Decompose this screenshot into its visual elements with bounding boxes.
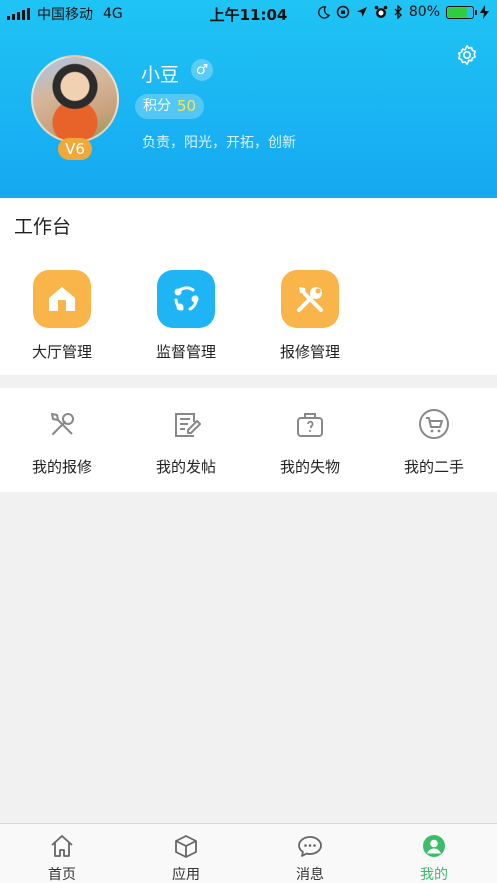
tab-label: 消息 xyxy=(296,867,324,883)
points-label: 积分 xyxy=(143,98,171,114)
location-icon xyxy=(356,7,367,17)
cart-icon xyxy=(419,409,449,439)
profile-header: 中国移动 4G 上午11:04 80% V6 小豆 ♂ 积分 50 负责，阳光，… xyxy=(0,0,497,198)
tab-apps[interactable]: 应用 xyxy=(124,834,248,883)
share-cycle-icon xyxy=(157,270,215,328)
tools-icon xyxy=(51,413,74,435)
level-badge: V6 xyxy=(58,138,92,160)
alarm-icon xyxy=(374,5,388,18)
tab-mine[interactable]: 我的 xyxy=(372,834,496,883)
bluetooth-icon xyxy=(394,5,402,19)
my-second-hand-item[interactable]: 我的二手 xyxy=(372,408,496,477)
male-icon: ♂ xyxy=(191,59,213,81)
house-icon xyxy=(33,270,91,328)
tab-bar: 首页 应用 消息 我的 xyxy=(0,823,497,883)
workbench-section: 工作台 大厅管理 监督管理 报修管理 xyxy=(0,198,497,375)
item-label: 我的失物 xyxy=(279,458,340,476)
tab-home[interactable]: 首页 xyxy=(0,834,124,883)
gear-icon[interactable] xyxy=(456,44,478,66)
tile-label: 监督管理 xyxy=(155,343,216,361)
tools-icon xyxy=(281,270,339,328)
user-icon xyxy=(423,835,445,857)
my-posts-item[interactable]: 我的发帖 xyxy=(124,408,248,477)
my-repairs-item[interactable]: 我的报修 xyxy=(0,408,124,477)
battery-percent: 80% xyxy=(408,4,440,20)
hall-management-tile[interactable]: 大厅管理 xyxy=(7,270,117,362)
item-label: 我的发帖 xyxy=(155,458,216,476)
tab-label: 应用 xyxy=(172,867,200,883)
lost-bag-icon xyxy=(297,413,323,437)
moon-icon xyxy=(317,5,330,19)
home-icon xyxy=(51,835,73,857)
tile-label: 报修管理 xyxy=(279,343,340,361)
item-label: 我的二手 xyxy=(403,458,464,476)
chat-icon xyxy=(298,836,322,857)
charging-icon xyxy=(480,5,489,19)
points-pill[interactable]: 积分 50 xyxy=(135,94,205,119)
tab-label: 首页 xyxy=(48,867,76,883)
workbench-title: 工作台 xyxy=(14,216,72,238)
supervision-management-tile[interactable]: 监督管理 xyxy=(131,270,241,362)
tab-label: 我的 xyxy=(420,867,448,883)
avatar[interactable] xyxy=(31,55,119,143)
cube-icon xyxy=(175,835,197,858)
my-lost-items-item[interactable]: 我的失物 xyxy=(248,408,372,477)
repair-management-tile[interactable]: 报修管理 xyxy=(255,270,365,362)
status-bar: 中国移动 4G 上午11:04 80% xyxy=(0,0,497,26)
points-value: 50 xyxy=(177,97,197,115)
edit-post-icon xyxy=(175,413,201,437)
tile-label: 大厅管理 xyxy=(31,343,92,361)
item-label: 我的报修 xyxy=(31,458,92,476)
my-items-section: 我的报修 我的发帖 我的失物 我的二手 xyxy=(0,388,497,492)
user-motto: 负责，阳光，开拓，创新 xyxy=(142,135,296,151)
user-name: 小豆 xyxy=(141,64,180,86)
battery-icon xyxy=(446,5,477,19)
tab-messages[interactable]: 消息 xyxy=(248,834,372,883)
rotation-lock-icon xyxy=(336,5,350,19)
